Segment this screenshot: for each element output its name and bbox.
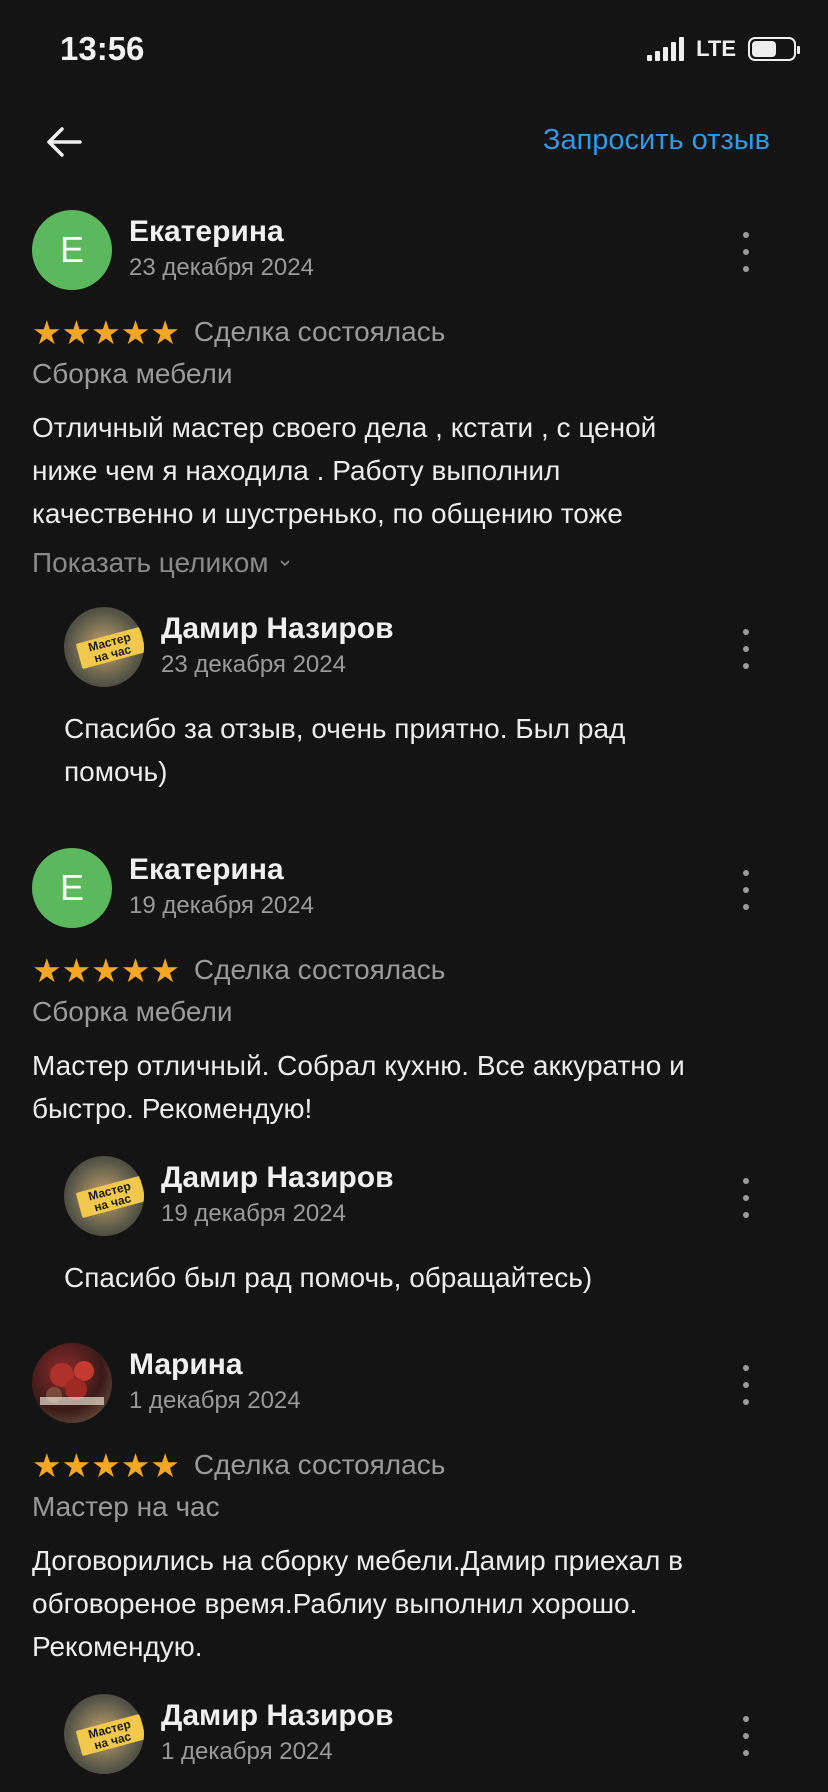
company-logo: Мастер на час	[75, 1713, 144, 1757]
star-rating: ★★★★★	[32, 951, 180, 989]
chevron-down-icon	[279, 560, 290, 567]
deal-status: Сделка состоялась	[193, 954, 446, 985]
avatar[interactable]	[32, 1343, 112, 1423]
star-rating: ★★★★★	[32, 1446, 180, 1484]
reviews-list: Е Екатерина 23 декабря 2024 ★★★★★ Сделка…	[0, 210, 828, 1778]
reply-date: 23 декабря 2024	[161, 651, 346, 678]
reply-date: 1 декабря 2024	[161, 1738, 333, 1765]
review-card: Марина 1 декабря 2024 ★★★★★ Сделка состо…	[0, 1343, 828, 1778]
reviewer-name: Екатерина	[129, 215, 284, 248]
avatar[interactable]: Е	[32, 210, 112, 290]
avatar[interactable]: Мастер на час	[64, 1694, 144, 1774]
review-header: Марина 1 декабря 2024	[32, 1343, 796, 1427]
company-logo: Мастер на час	[75, 1175, 144, 1219]
reviewer-name: Марина	[129, 1348, 243, 1381]
review-header: Е Екатерина 23 декабря 2024	[32, 210, 796, 294]
rating-row: ★★★★★ Сделка состоялась	[32, 313, 796, 351]
deal-status: Сделка состоялась	[193, 1449, 446, 1480]
reply-date: 19 декабря 2024	[161, 1200, 346, 1227]
reply-text: Спасибо за отзыв, очень приятно. Был рад…	[64, 713, 626, 787]
status-time: 13:56	[60, 30, 145, 67]
review-category: Мастер на час	[32, 1491, 220, 1522]
network-label: LTE	[696, 36, 736, 61]
owner-reply: Мастер на час Дамир Назиров 23 декабря 2…	[64, 607, 796, 793]
review-header: Е Екатерина 19 декабря 2024	[32, 848, 796, 932]
more-options-icon[interactable]	[734, 870, 758, 910]
signal-icon	[647, 37, 685, 61]
deal-status: Сделка состоялась	[193, 316, 446, 347]
rating-row: ★★★★★ Сделка состоялась	[32, 1446, 796, 1484]
company-logo: Мастер на час	[75, 626, 144, 670]
show-more-label: Показать целиком	[32, 547, 269, 578]
star-rating: ★★★★★	[32, 313, 180, 351]
request-review-link[interactable]: Запросить отзыв	[543, 124, 770, 157]
avatar[interactable]: Мастер на час	[64, 1156, 144, 1236]
review-category: Сборка мебели	[32, 996, 233, 1027]
status-icons: LTE	[647, 36, 800, 62]
rating-row: ★★★★★ Сделка состоялась	[32, 951, 796, 989]
reviewer-name: Екатерина	[129, 853, 284, 886]
owner-reply: Мастер на час Дамир Назиров 19 декабря 2…	[64, 1156, 796, 1299]
more-options-icon[interactable]	[734, 629, 758, 669]
review-card: Е Екатерина 23 декабря 2024 ★★★★★ Сделка…	[0, 210, 828, 848]
owner-reply: Мастер на час Дамир Назиров 1 декабря 20…	[64, 1694, 796, 1778]
review-text: Договорились на сборку мебели.Дамир прие…	[32, 1545, 684, 1662]
show-more-button[interactable]: Показать целиком	[32, 547, 796, 579]
more-options-icon[interactable]	[734, 232, 758, 272]
review-date: 1 декабря 2024	[129, 1387, 301, 1414]
review-category: Сборка мебели	[32, 358, 233, 389]
arrow-left-icon	[47, 127, 82, 157]
avatar[interactable]: Мастер на час	[64, 607, 144, 687]
reply-author-name: Дамир Назиров	[161, 1161, 394, 1194]
reply-text: Спасибо был рад помочь, обращайтесь)	[64, 1262, 593, 1293]
profile-photo	[40, 1361, 104, 1405]
top-bar: Запросить отзыв	[0, 100, 828, 184]
review-card: Е Екатерина 19 декабря 2024 ★★★★★ Сделка…	[0, 848, 828, 1343]
review-date: 23 декабря 2024	[129, 254, 314, 281]
review-text: Мастер отличный. Собрал кухню. Все аккур…	[32, 1050, 685, 1124]
back-button[interactable]	[38, 116, 90, 168]
review-text: Отличный мастер своего дела , кстати , с…	[32, 412, 657, 529]
status-bar: 13:56 LTE	[0, 0, 828, 100]
battery-icon	[748, 37, 800, 61]
review-date: 19 декабря 2024	[129, 892, 314, 919]
more-options-icon[interactable]	[734, 1365, 758, 1405]
more-options-icon[interactable]	[734, 1178, 758, 1218]
more-options-icon[interactable]	[734, 1716, 758, 1756]
avatar[interactable]: Е	[32, 848, 112, 928]
reply-author-name: Дамир Назиров	[161, 612, 394, 645]
reply-author-name: Дамир Назиров	[161, 1699, 394, 1732]
